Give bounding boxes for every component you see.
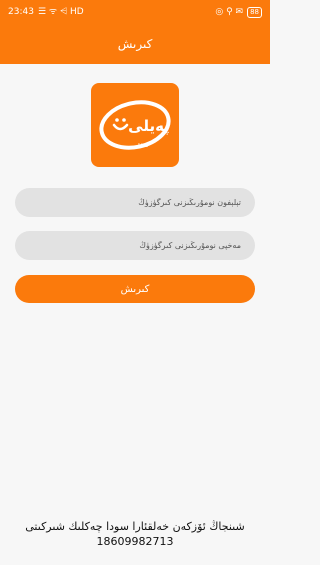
footer: شىنجاڭ ئۆزكەن خەلقئارا سودا چەكلىك شىركى…: [0, 519, 270, 549]
logo-subtext: PAYLI: [138, 143, 148, 148]
password-input[interactable]: [15, 231, 255, 260]
login-button[interactable]: كىرىش: [15, 275, 255, 303]
company-name: شىنجاڭ ئۆزكەن خەلقئارا سودا چەكلىك شىركى…: [25, 520, 245, 533]
page-title: كىرىش: [117, 37, 153, 51]
status-time: 23:43: [8, 7, 34, 17]
status-bar: 23:43 ☰ ᯤ ⩤ HD ◎ ⚲ ✉ 88: [0, 0, 270, 24]
signal-icons: ☰ ᯤ ⩤ HD: [37, 6, 84, 17]
status-left: 23:43 ☰ ᯤ ⩤ HD: [8, 7, 84, 17]
battery-icon: 88: [247, 6, 262, 18]
header-bar: كىرىش: [0, 24, 270, 64]
phone-input[interactable]: [15, 188, 255, 217]
contact-phone: 18609982713: [96, 535, 174, 548]
logo-text: پەيلى: [128, 117, 170, 136]
status-icons: ◎ ⚲ ✉: [215, 6, 244, 17]
app-logo: پەيلى PAYLI: [91, 83, 179, 167]
logo-graphic: پەيلى PAYLI: [99, 100, 171, 150]
status-right: ◎ ⚲ ✉ 88: [215, 6, 262, 18]
